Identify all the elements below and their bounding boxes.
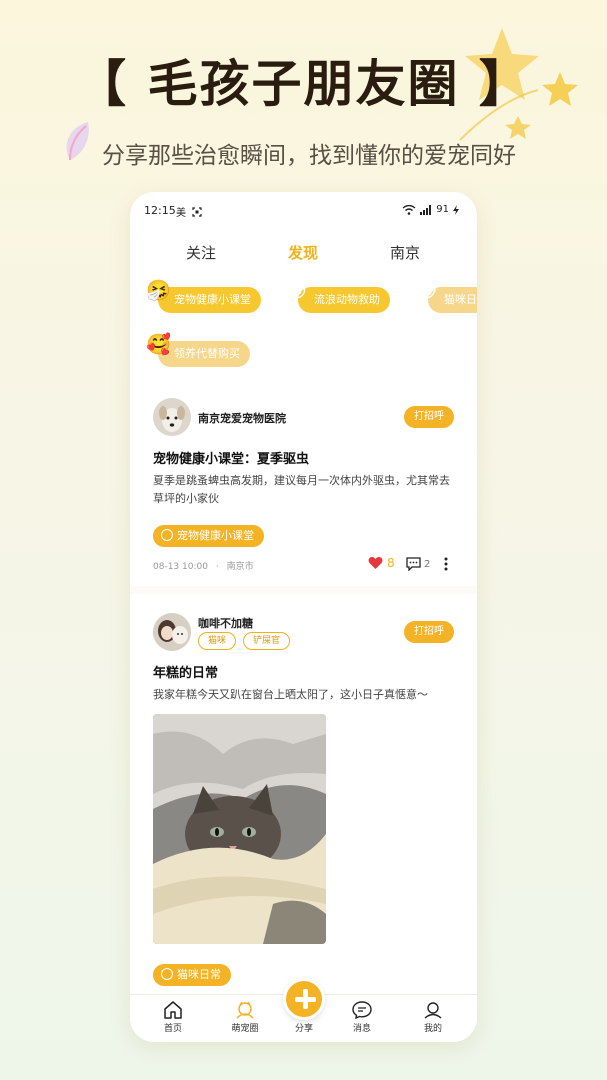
home-icon: [164, 1001, 182, 1019]
comment-count: 2: [424, 558, 431, 570]
post-tag-label: 猫咪日常: [177, 968, 221, 981]
topic-stray-rescue[interactable]: 😍 流浪动物救助: [286, 278, 390, 313]
like-count: 8: [387, 556, 395, 570]
post-meta: 08-13 10:00 · 南京市: [153, 559, 254, 572]
user-chip-owner: 铲屎官: [243, 632, 291, 650]
smiling-hearts-emoji-icon: 🥰: [146, 332, 171, 356]
phone-screen: 12:15 美 91 关注 发现 南京 🤧 宠物健康小课堂 😍 流浪动物救助 😸…: [130, 192, 477, 1042]
post-body[interactable]: 夏季是跳蚤蜱虫高发期，建议每月一次体内外驱虫，尤其常去草坪的小家伙: [153, 472, 453, 508]
post-author[interactable]: 南京宠爱宠物医院: [198, 410, 286, 426]
kitten-photo-icon: [153, 714, 326, 944]
wifi-icon: [402, 204, 416, 215]
topic-cat-daily[interactable]: 😸 猫咪日常: [416, 278, 477, 313]
scan-icon: [192, 207, 202, 217]
comment-icon: [406, 557, 421, 571]
topic-tag-icon: [161, 968, 173, 980]
profile-icon: [424, 1002, 442, 1019]
more-icon[interactable]: [441, 557, 451, 571]
meta-separator: ·: [215, 562, 219, 572]
greet-button[interactable]: 打招呼: [404, 406, 454, 428]
feed-tabs: 关注 发现 南京: [130, 242, 477, 266]
user-chip-cat: 猫咪: [198, 632, 237, 650]
status-bar: 12:15 美 91: [130, 192, 477, 228]
charging-icon: [453, 204, 459, 215]
post-title[interactable]: 宠物健康小课堂：夏季驱虫: [153, 448, 309, 467]
nav-pet-circle[interactable]: 萌宠圈: [220, 1001, 270, 1034]
sneeze-emoji-icon: 🤧: [146, 278, 171, 302]
post-date: 08-13 10:00: [153, 562, 208, 572]
signal-icon: [420, 204, 432, 215]
nav-share[interactable]: 分享: [279, 978, 329, 1034]
pet-circle-icon: [236, 1001, 254, 1019]
topic-tag-icon: [161, 529, 173, 541]
heart-eyes-emoji-icon: 😍: [286, 278, 307, 302]
post-location: 南京市: [226, 562, 254, 572]
nav-label: 分享: [294, 1024, 313, 1034]
post-author[interactable]: 咖啡不加糖: [198, 615, 253, 631]
post-tag[interactable]: 宠物健康小课堂: [153, 525, 264, 547]
battery-level: 91: [436, 204, 449, 215]
post-photo[interactable]: [153, 714, 326, 944]
plus-icon[interactable]: [283, 978, 325, 1020]
bottom-nav: 首页 萌宠圈 分享 消息 我的: [130, 978, 477, 1042]
message-icon: [352, 1001, 372, 1019]
status-right: 91: [402, 204, 459, 215]
cat-emoji-icon: 😸: [416, 278, 437, 302]
post-tag[interactable]: 猫咪日常: [153, 964, 231, 986]
topic-pet-health[interactable]: 🤧 宠物健康小课堂: [146, 278, 261, 313]
nav-label: 我的: [423, 1024, 442, 1034]
like-button[interactable]: 8: [368, 556, 395, 570]
nav-label: 首页: [163, 1024, 182, 1034]
greet-button[interactable]: 打招呼: [404, 621, 454, 643]
nav-messages[interactable]: 消息: [337, 1001, 387, 1034]
post-divider: [130, 586, 477, 594]
avatar-user[interactable]: [153, 613, 191, 651]
topic-label: 宠物健康小课堂: [174, 293, 251, 306]
status-app-icons: 美: [176, 204, 202, 219]
post-tag-label: 宠物健康小课堂: [177, 529, 254, 542]
promo-title: 【 毛孩子朋友圈 】: [76, 55, 531, 113]
topic-label: 流浪动物救助: [314, 293, 380, 306]
nav-home[interactable]: 首页: [148, 1001, 198, 1034]
user-photo-avatar-icon: [153, 613, 191, 651]
tab-following[interactable]: 关注: [186, 242, 216, 263]
feather-icon: [66, 122, 89, 161]
comment-button[interactable]: 2: [406, 557, 430, 571]
post-title[interactable]: 年糕的日常: [153, 662, 218, 681]
heart-icon: [368, 557, 383, 569]
status-app-label: 美: [176, 208, 186, 219]
post-body[interactable]: 我家年糕今天又趴在窗台上晒太阳了，这小日子真惬意～: [153, 686, 463, 704]
avatar-hospital[interactable]: [153, 398, 191, 436]
tab-discover[interactable]: 发现: [288, 242, 318, 263]
status-time: 12:15: [144, 204, 176, 217]
nav-label: 消息: [352, 1024, 371, 1034]
dog-avatar-icon: [153, 398, 191, 436]
promo-subtitle: 分享那些治愈瞬间，找到懂你的爱宠同好: [102, 143, 516, 169]
nav-label: 萌宠圈: [231, 1024, 259, 1034]
topic-label: 猫咪日常: [444, 293, 477, 306]
nav-profile[interactable]: 我的: [408, 1001, 458, 1034]
topic-adopt[interactable]: 🥰 领养代替购买: [146, 332, 250, 367]
tab-nanjing[interactable]: 南京: [390, 242, 420, 263]
topic-label: 领养代替购买: [174, 347, 240, 360]
